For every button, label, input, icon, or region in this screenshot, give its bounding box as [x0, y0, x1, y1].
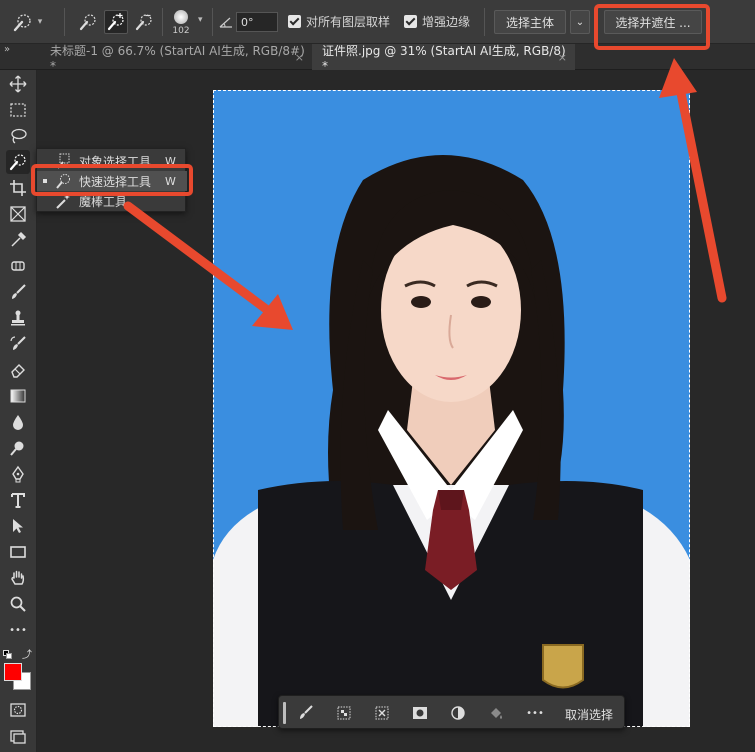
more-icon: ••• — [526, 707, 544, 719]
deselect-button[interactable]: 取消选择 — [565, 706, 613, 723]
fill-selection-button[interactable] — [487, 704, 505, 722]
brush-icon — [300, 705, 313, 719]
adjustment-layer-button[interactable] — [449, 704, 467, 722]
more-options-button[interactable]: ••• — [525, 704, 545, 722]
invert-selection-button[interactable] — [373, 704, 391, 722]
arrow-to-canvas-icon — [123, 201, 293, 330]
create-mask-button[interactable] — [411, 704, 429, 722]
invert-selection-icon — [375, 706, 389, 720]
selection-grid-icon — [337, 706, 351, 720]
drag-handle[interactable] — [283, 702, 286, 724]
annotation-arrows — [123, 58, 727, 330]
modify-selection-button[interactable] — [335, 704, 353, 722]
contextual-task-bar: ••• 取消选择 — [278, 695, 625, 729]
photoshop-window: ▾ 102 ▾ 0° 对所有图层取样 增强边缘 选择主体 ⌄ 选择并遮住 ...… — [0, 0, 755, 752]
paint-bucket-icon — [491, 708, 502, 719]
brush-mask-button[interactable] — [297, 704, 315, 722]
mask-icon — [413, 707, 427, 719]
half-circle-icon — [451, 706, 465, 720]
arrow-to-select-and-mask-icon — [659, 58, 727, 303]
